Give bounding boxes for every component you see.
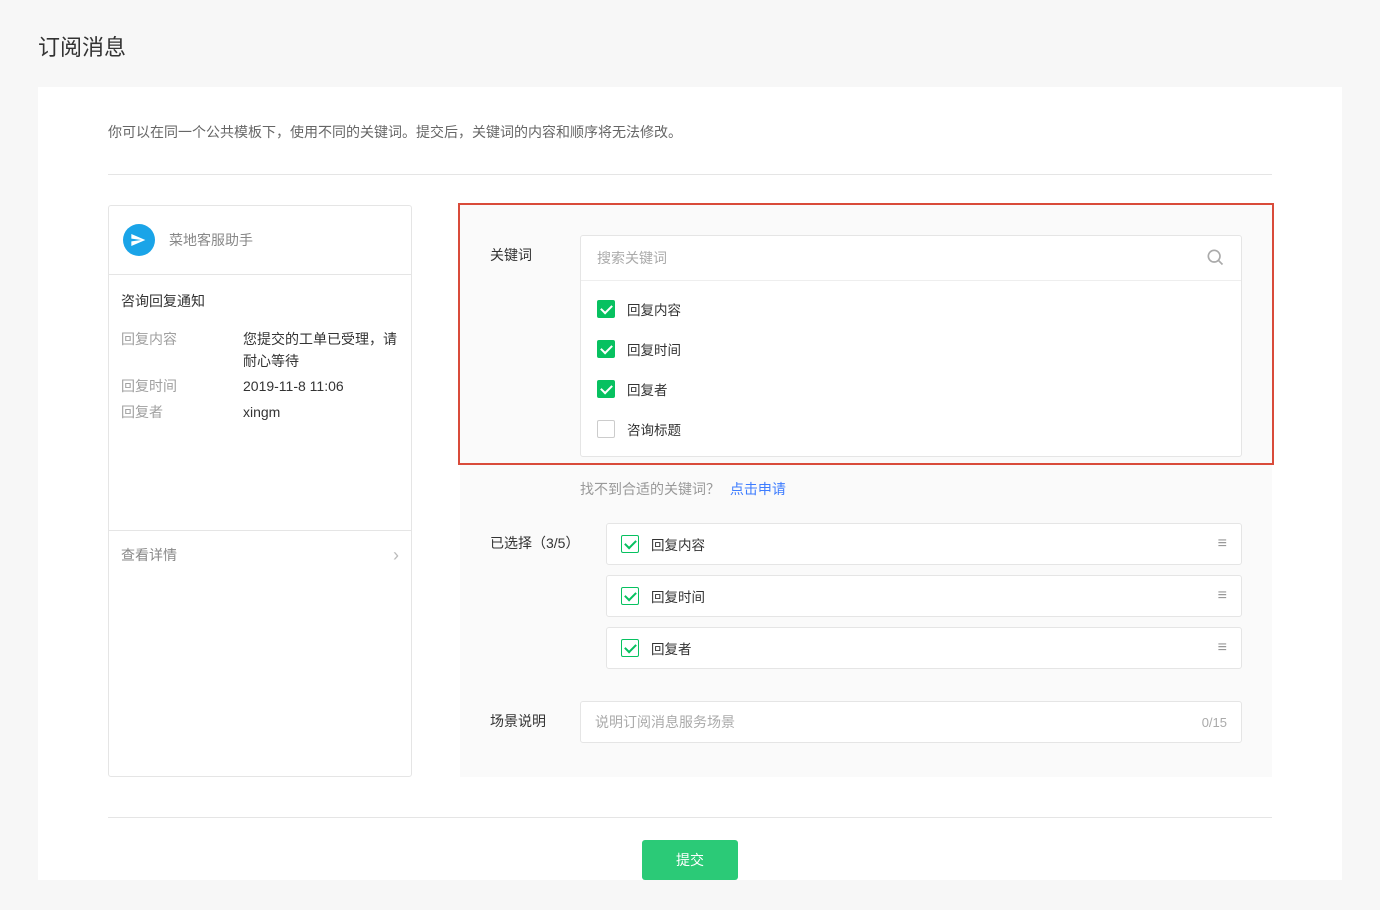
preview-field-value: xingm bbox=[243, 402, 280, 424]
form-panel: 关键词 bbox=[460, 205, 1272, 777]
char-count: 0/15 bbox=[1202, 715, 1227, 730]
selected-text: 回复内容 bbox=[651, 534, 1206, 554]
selected-item[interactable]: 回复内容 ≡ bbox=[606, 523, 1242, 565]
checkbox-icon[interactable] bbox=[597, 340, 615, 358]
keyword-hint: 找不到合适的关键词？ 点击申请 bbox=[580, 479, 1242, 499]
account-name: 菜地客服助手 bbox=[169, 230, 253, 250]
keyword-text: 回复内容 bbox=[627, 299, 681, 319]
checkbox-icon[interactable] bbox=[597, 300, 615, 318]
scene-input-wrap: 0/15 bbox=[580, 701, 1242, 743]
view-detail-label: 查看详情 bbox=[121, 545, 177, 565]
page-title: 订阅消息 bbox=[38, 30, 1342, 62]
keyword-text: 回复者 bbox=[627, 379, 668, 399]
keyword-label: 关键词 bbox=[490, 235, 554, 457]
drag-handle-icon[interactable]: ≡ bbox=[1218, 640, 1227, 656]
selected-item[interactable]: 回复者 ≡ bbox=[606, 627, 1242, 669]
keyword-item[interactable]: 回复者 bbox=[581, 369, 1241, 409]
checkbox-icon[interactable] bbox=[597, 380, 615, 398]
preview-field-label: 回复内容 bbox=[121, 329, 243, 372]
keyword-highlight-box: 关键词 bbox=[458, 203, 1274, 465]
search-icon[interactable] bbox=[1205, 247, 1225, 270]
hint-prefix: 找不到合适的关键词？ bbox=[580, 481, 720, 497]
apply-link[interactable]: 点击申请 bbox=[730, 481, 786, 497]
preview-field-value: 2019-11-8 11:06 bbox=[243, 376, 344, 398]
selected-text: 回复者 bbox=[651, 638, 1206, 658]
preview-field: 回复者 xingm bbox=[121, 402, 399, 424]
keyword-list[interactable]: 回复内容 回复时间 回复者 bbox=[581, 281, 1241, 456]
keyword-search-wrap: 回复内容 回复时间 回复者 bbox=[580, 235, 1242, 457]
keyword-text: 回复时间 bbox=[627, 339, 681, 359]
preview-field: 回复时间 2019-11-8 11:06 bbox=[121, 376, 399, 398]
keyword-item[interactable]: 咨询标题 bbox=[581, 409, 1241, 449]
checkbox-outline-icon[interactable] bbox=[621, 587, 639, 605]
checkbox-icon[interactable] bbox=[597, 420, 615, 438]
preview-field-label: 回复时间 bbox=[121, 376, 243, 398]
preview-subtitle: 咨询回复通知 bbox=[121, 291, 399, 311]
scene-label: 场景说明 bbox=[490, 701, 554, 743]
instruction-text: 你可以在同一个公共模板下，使用不同的关键词。提交后，关键词的内容和顺序将无法修改… bbox=[108, 122, 1272, 175]
drag-handle-icon[interactable]: ≡ bbox=[1218, 536, 1227, 552]
selected-text: 回复时间 bbox=[651, 586, 1206, 606]
keyword-item[interactable]: 回复时间 bbox=[581, 329, 1241, 369]
preview-field-label: 回复者 bbox=[121, 402, 243, 424]
search-input[interactable] bbox=[597, 236, 1205, 280]
drag-handle-icon[interactable]: ≡ bbox=[1218, 588, 1227, 604]
preview-field-value: 您提交的工单已受理，请耐心等待 bbox=[243, 329, 399, 372]
scene-input[interactable] bbox=[595, 702, 1202, 742]
submit-button[interactable]: 提交 bbox=[642, 840, 738, 880]
checkbox-outline-icon[interactable] bbox=[621, 639, 639, 657]
chevron-right-icon: › bbox=[393, 545, 399, 566]
keyword-text: 咨询标题 bbox=[627, 419, 681, 439]
preview-footer[interactable]: 查看详情 › bbox=[109, 530, 411, 580]
selected-item[interactable]: 回复时间 ≡ bbox=[606, 575, 1242, 617]
preview-field: 回复内容 您提交的工单已受理，请耐心等待 bbox=[121, 329, 399, 372]
selected-label: 已选择（3/5） bbox=[490, 523, 580, 679]
preview-header: 菜地客服助手 bbox=[109, 206, 411, 275]
preview-card: 菜地客服助手 咨询回复通知 回复内容 您提交的工单已受理，请耐心等待 回复时间 … bbox=[108, 205, 412, 777]
keyword-item[interactable]: 回复内容 bbox=[581, 289, 1241, 329]
paper-plane-icon bbox=[123, 224, 155, 256]
main-card: 你可以在同一个公共模板下，使用不同的关键词。提交后，关键词的内容和顺序将无法修改… bbox=[38, 87, 1342, 880]
checkbox-outline-icon[interactable] bbox=[621, 535, 639, 553]
